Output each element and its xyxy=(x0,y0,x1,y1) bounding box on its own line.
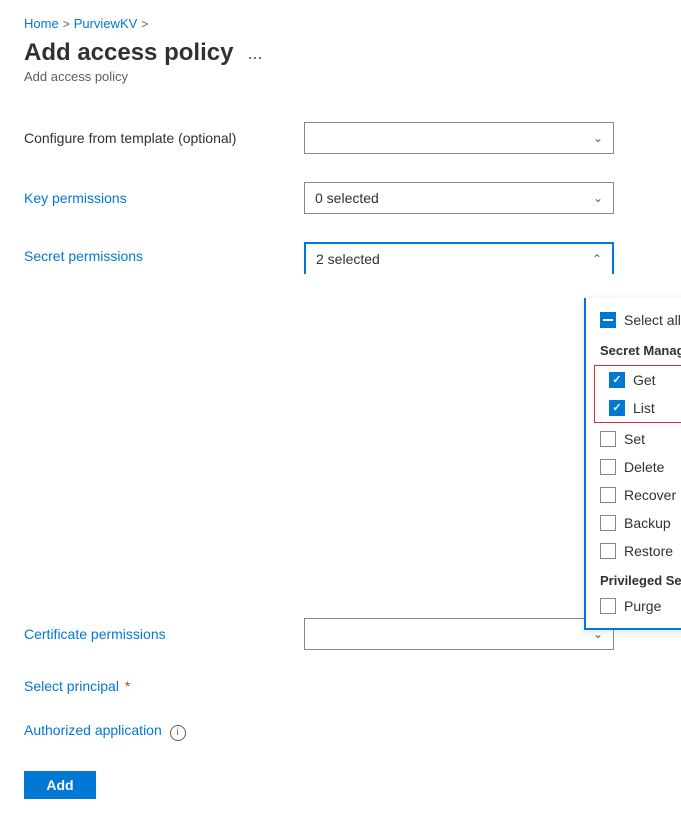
purge-item[interactable]: Purge xyxy=(586,592,681,620)
breadcrumb-sep2: > xyxy=(141,17,148,31)
purge-label: Purge xyxy=(624,598,661,614)
get-checkbox[interactable]: ✓ xyxy=(609,372,625,388)
ellipsis-button[interactable]: ... xyxy=(241,41,268,66)
recover-checkbox[interactable] xyxy=(600,487,616,503)
breadcrumb: Home > PurviewKV > xyxy=(24,16,657,31)
backup-label: Backup xyxy=(624,515,671,531)
privileged-header: Privileged Secret Operations xyxy=(586,565,681,592)
purge-checkbox[interactable] xyxy=(600,598,616,614)
select-principal-label: Select principal * xyxy=(24,678,304,694)
get-label: Get xyxy=(633,372,656,388)
delete-item[interactable]: Delete xyxy=(586,453,681,481)
restore-label: Restore xyxy=(624,543,673,559)
secret-permissions-label: Secret permissions xyxy=(24,242,304,264)
form-section: Configure from template (optional) ⌄ Key… xyxy=(24,108,657,799)
page-title: Add access policy xyxy=(24,39,233,67)
set-checkbox[interactable] xyxy=(600,431,616,447)
breadcrumb-sep1: > xyxy=(63,17,70,31)
template-row: Configure from template (optional) ⌄ xyxy=(24,108,657,168)
recover-item[interactable]: Recover xyxy=(586,481,681,509)
partial-check-icon xyxy=(603,319,613,321)
key-permissions-value: 0 selected xyxy=(315,190,379,206)
delete-label: Delete xyxy=(624,459,664,475)
add-button-container: Add xyxy=(24,763,657,799)
list-label: List xyxy=(633,400,655,416)
set-item[interactable]: Set xyxy=(586,425,681,453)
secret-permissions-row: Secret permissions 2 selected ⌃ Select a… xyxy=(24,228,657,274)
recover-label: Recover xyxy=(624,487,676,503)
authorized-application-label: Authorized application i xyxy=(24,722,304,741)
template-label: Configure from template (optional) xyxy=(24,130,304,146)
select-all-label: Select all xyxy=(624,312,681,328)
secret-permissions-value: 2 selected xyxy=(316,251,380,267)
chevron-down-icon: ⌄ xyxy=(593,131,603,145)
restore-checkbox[interactable] xyxy=(600,543,616,559)
certificate-permissions-dropdown[interactable]: ⌄ xyxy=(304,618,614,650)
highlighted-group: ✓ Get ✓ List xyxy=(594,365,681,423)
key-permissions-row: Key permissions 0 selected ⌄ xyxy=(24,168,657,228)
chevron-down-icon: ⌄ xyxy=(593,191,603,205)
select-all-checkbox[interactable] xyxy=(600,312,616,328)
list-item[interactable]: ✓ List xyxy=(595,394,681,422)
chevron-up-icon: ⌃ xyxy=(592,252,602,266)
certificate-permissions-label: Certificate permissions xyxy=(24,626,304,642)
select-principal-row: Select principal * xyxy=(24,664,657,708)
backup-item[interactable]: Backup xyxy=(586,509,681,537)
select-all-item[interactable]: Select all xyxy=(586,306,681,334)
backup-checkbox[interactable] xyxy=(600,515,616,531)
checkmark-icon: ✓ xyxy=(612,375,621,386)
key-permissions-label: Key permissions xyxy=(24,190,304,206)
required-star: * xyxy=(125,678,130,694)
secret-management-header: Secret Management Operations ↗ xyxy=(586,334,681,363)
checkmark-icon: ✓ xyxy=(612,403,621,414)
page-subtitle: Add access policy xyxy=(24,69,657,84)
template-dropdown[interactable]: ⌄ xyxy=(304,122,614,154)
certificate-permissions-row: Certificate permissions ⌄ xyxy=(24,604,657,664)
get-item[interactable]: ✓ Get xyxy=(595,366,681,394)
delete-checkbox[interactable] xyxy=(600,459,616,475)
breadcrumb-home[interactable]: Home xyxy=(24,16,59,31)
list-checkbox[interactable]: ✓ xyxy=(609,400,625,416)
page-title-row: Add access policy ... xyxy=(24,39,657,67)
restore-item[interactable]: Restore xyxy=(586,537,681,565)
add-button[interactable]: Add xyxy=(24,771,96,799)
secret-permissions-dropdown[interactable]: 2 selected ⌃ xyxy=(304,242,614,274)
breadcrumb-resource[interactable]: PurviewKV xyxy=(74,16,138,31)
info-icon[interactable]: i xyxy=(170,725,186,741)
secret-permissions-panel: Select all Secret Management Operations … xyxy=(584,298,681,630)
key-permissions-dropdown[interactable]: 0 selected ⌄ xyxy=(304,182,614,214)
set-label: Set xyxy=(624,431,645,447)
